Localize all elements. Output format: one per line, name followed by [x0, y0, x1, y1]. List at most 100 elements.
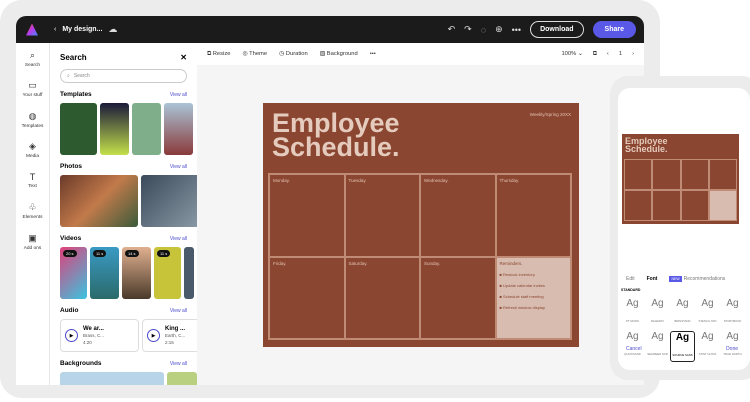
- video-thumb[interactable]: 20 s: [60, 247, 87, 299]
- tab-edit[interactable]: Edit: [626, 276, 635, 282]
- font-sample: Ag: [626, 298, 639, 309]
- reminders-title: Reminders.: [499, 260, 523, 266]
- play-icon[interactable]: ▶: [65, 329, 78, 342]
- view-all-videos[interactable]: View all: [170, 236, 187, 242]
- pages-icon[interactable]: ⧉: [593, 51, 597, 58]
- your-stuff-icon: ▭: [28, 80, 37, 91]
- template-thumb[interactable]: [164, 103, 193, 155]
- day-cell: Friday.: [269, 256, 345, 339]
- rail-label: Add ons: [23, 245, 42, 251]
- day-cell: Monday.: [269, 174, 345, 257]
- search-icon: ⌕: [29, 49, 36, 60]
- font-option[interactable]: Ag PT MONO: [620, 298, 645, 327]
- background-thumb[interactable]: [167, 372, 197, 385]
- rail-item-templates[interactable]: ◍ Templates: [16, 105, 49, 135]
- photos-heading: Photos: [60, 163, 83, 170]
- document-title[interactable]: My design...: [62, 26, 102, 33]
- view-all-audio[interactable]: View all: [170, 308, 187, 314]
- template-thumb[interactable]: [100, 103, 129, 155]
- tab-recommendations[interactable]: NEW Recommendations: [669, 276, 725, 282]
- mini-title: Schedule.: [625, 144, 668, 154]
- rail-item-search[interactable]: ⌕ Search: [16, 44, 49, 74]
- redo-icon[interactable]: ↷: [464, 24, 472, 35]
- prev-page-icon[interactable]: ‹: [607, 51, 609, 58]
- text-icon: T: [29, 172, 36, 183]
- lightbulb-icon[interactable]: ◌: [481, 25, 486, 35]
- audio-title: King ...: [165, 325, 185, 332]
- background-button[interactable]: ▨ Background: [320, 51, 358, 57]
- rail-item-media[interactable]: ◈ Media: [16, 136, 49, 166]
- search-input[interactable]: ⌕ Search: [60, 69, 187, 83]
- rail-item-text[interactable]: T Text: [16, 166, 49, 196]
- audio-item[interactable]: ▶ King ... Earth, C... 2:15: [142, 319, 197, 352]
- font-option[interactable]: Ag STINT ULTRA: [695, 331, 720, 362]
- rail-label: Search: [24, 62, 41, 68]
- video-thumb[interactable]: 14 s: [122, 247, 151, 299]
- rail-item-add-ons[interactable]: ▣ Add ons: [16, 227, 49, 257]
- audio-item[interactable]: ▶ We ar... Brass, C... 4:20: [60, 319, 139, 352]
- font-sample: Ag: [675, 332, 690, 343]
- media-icon: ◈: [29, 141, 36, 152]
- phone-screen: Employee Schedule. Edit Font NEW Recommendat…: [618, 88, 750, 370]
- design-canvas[interactable]: Employee Schedule. Weekly/Spring 20XX Mon…: [263, 103, 579, 347]
- video-thumb[interactable]: [184, 247, 194, 299]
- zoom-select[interactable]: 100% ⌄: [561, 51, 582, 58]
- font-option[interactable]: Ag SOURCE SANS: [670, 331, 695, 362]
- font-sample: Ag: [651, 331, 664, 342]
- font-name: SEAWEED SCR: [647, 352, 668, 356]
- day-cell: Wednesday.: [420, 174, 496, 257]
- rail-item-elements[interactable]: ♧ Elements: [16, 197, 49, 227]
- font-option[interactable]: Ag BRINSTAND: [670, 298, 695, 327]
- font-sample: Ag: [626, 331, 639, 342]
- photo-thumb[interactable]: [141, 175, 197, 227]
- rail-label: Elements: [22, 215, 43, 221]
- photo-thumb[interactable]: [60, 175, 138, 227]
- font-option[interactable]: Ag RALEWAY: [645, 298, 670, 327]
- reminder-item: Restock inventory: [500, 272, 568, 277]
- font-option[interactable]: Ag STORYBOOK: [720, 298, 745, 327]
- tab-font[interactable]: Font: [647, 276, 658, 282]
- done-button[interactable]: Done: [726, 346, 738, 352]
- rail-label: Text: [28, 184, 37, 190]
- download-button[interactable]: Download: [530, 21, 584, 38]
- more-options-button[interactable]: •••: [370, 51, 376, 57]
- back-icon[interactable]: ‹: [54, 26, 56, 33]
- rail-label: Templates: [21, 123, 44, 129]
- font-sample: Ag: [701, 331, 714, 342]
- add-collaborator-icon[interactable]: ⊕: [495, 24, 503, 35]
- font-name: STINT ULTRA: [698, 352, 717, 356]
- view-all-photos[interactable]: View all: [170, 164, 187, 170]
- duration-button[interactable]: ◷ Duration: [279, 51, 308, 57]
- video-thumb[interactable]: 11 s: [90, 247, 119, 299]
- day-cell: Tuesday.: [344, 174, 420, 257]
- font-option[interactable]: Ag STENCIL STD: [695, 298, 720, 327]
- background-thumb[interactable]: [60, 372, 164, 385]
- next-page-icon[interactable]: ›: [632, 51, 634, 58]
- view-all-backgrounds[interactable]: View all: [170, 361, 187, 367]
- rail-item-your-stuff[interactable]: ▭ Your stuff: [16, 75, 49, 105]
- template-thumb[interactable]: [132, 103, 161, 155]
- font-option[interactable]: Ag SEAWEED SCR: [645, 331, 670, 362]
- view-all-templates[interactable]: View all: [170, 92, 187, 98]
- elements-icon: ♧: [28, 202, 37, 213]
- template-thumb[interactable]: [60, 103, 97, 155]
- share-button[interactable]: Share: [592, 21, 636, 38]
- day-cell: Saturday.: [344, 256, 420, 339]
- font-name: BRINSTAND: [674, 319, 691, 323]
- videos-heading: Videos: [60, 235, 82, 242]
- font-sample: Ag: [676, 298, 689, 309]
- close-icon[interactable]: ✕: [180, 53, 187, 62]
- play-icon[interactable]: ▶: [147, 329, 160, 342]
- undo-icon[interactable]: ↶: [448, 24, 456, 35]
- theme-button[interactable]: ◎ Theme: [242, 51, 267, 57]
- video-thumb[interactable]: 11 s: [154, 247, 181, 299]
- reminder-item: Schedule staff meeting: [500, 294, 568, 299]
- reminder-item: Refresh window display: [500, 305, 568, 310]
- cancel-button[interactable]: Cancel: [626, 346, 642, 352]
- font-sample: Ag: [701, 298, 714, 309]
- schedule-grid: Monday. Tuesday. Wednesday. Thursday. Fr…: [268, 173, 572, 340]
- mini-design-preview: Employee Schedule.: [622, 134, 739, 224]
- font-name: PT MONO: [625, 319, 639, 323]
- resize-button[interactable]: ⧉ Resize: [207, 51, 230, 58]
- more-icon[interactable]: •••: [512, 25, 521, 35]
